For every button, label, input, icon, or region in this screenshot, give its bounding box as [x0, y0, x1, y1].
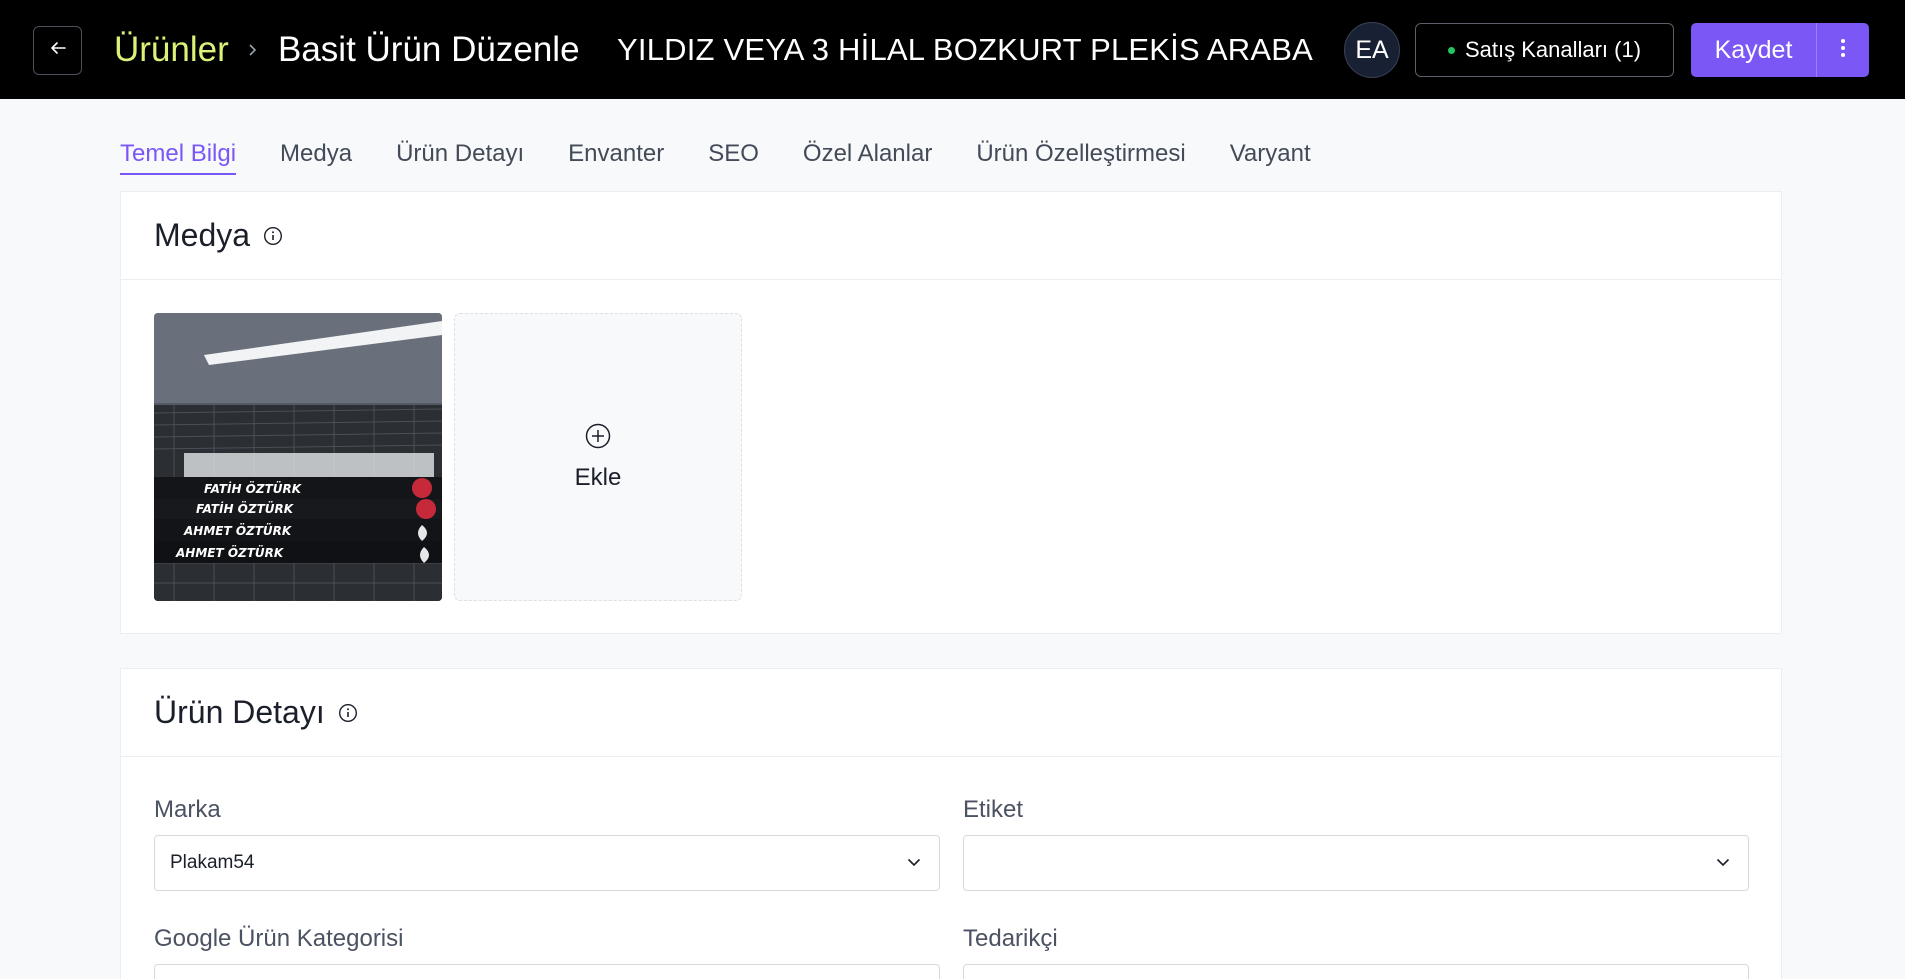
chevron-right-icon [248, 36, 264, 64]
section-title: Medya [154, 217, 251, 253]
status-dot-icon [1447, 46, 1455, 54]
media-gallery: FATİH ÖZTÜRK FATİH ÖZTÜRK AHMET ÖZTÜRK A… [154, 313, 742, 601]
add-media-button[interactable]: Ekle [454, 313, 742, 601]
tab-urun-detayi[interactable]: Ürün Detayı [396, 138, 524, 178]
tag-label: Etiket [963, 796, 1024, 823]
product-image-thumbnail[interactable]: FATİH ÖZTÜRK FATİH ÖZTÜRK AHMET ÖZTÜRK A… [154, 313, 442, 601]
top-bar: Ürünler Basit Ürün Düzenle YILDIZ VEYA 3… [0, 0, 1905, 99]
media-card: Medya FATİH ÖZTÜRK FATİH ÖZTÜRK AHMET ÖZ… [120, 191, 1782, 634]
product-name: YILDIZ VEYA 3 HİLAL BOZKURT PLEKİS ARABA [617, 32, 1314, 67]
more-vertical-icon [1840, 38, 1846, 63]
plate-text: FATİH ÖZTÜRK [196, 501, 295, 516]
chevron-down-icon [907, 854, 921, 872]
media-card-header: Medya [121, 192, 1781, 280]
tab-bar: Temel Bilgi Medya Ürün Detayı Envanter S… [120, 138, 1311, 178]
tab-temel-bilgi[interactable]: Temel Bilgi [120, 138, 237, 178]
product-detail-card: Ürün Detayı Marka Plakam54 Etiket Google… [120, 668, 1782, 979]
tab-varyant[interactable]: Varyant [1230, 138, 1311, 178]
tab-envanter[interactable]: Envanter [568, 138, 664, 178]
add-media-label: Ekle [574, 463, 622, 491]
sales-channels-label: Satış Kanalları (1) [1464, 37, 1642, 62]
tab-medya[interactable]: Medya [280, 138, 352, 178]
section-title: Ürün Detayı [154, 694, 325, 730]
avatar[interactable]: EA [1344, 22, 1400, 78]
tab-ozel-alanlar[interactable]: Özel Alanlar [803, 138, 932, 178]
google-category-label: Google Ürün Kategorisi [154, 925, 404, 952]
breadcrumb-products[interactable]: Ürünler [114, 28, 229, 72]
more-options-button[interactable] [1817, 23, 1869, 77]
plate-text: FATİH ÖZTÜRK [204, 481, 303, 496]
plate-text: AHMET ÖZTÜRK [183, 523, 293, 538]
info-icon[interactable] [262, 225, 284, 247]
supplier-label: Tedarikçi [963, 925, 1058, 952]
supplier-field: Tedarikçi [963, 924, 1749, 979]
brand-label: Marka [154, 796, 221, 823]
back-button[interactable] [33, 26, 82, 75]
save-button-group: Kaydet [1691, 23, 1869, 77]
arrow-left-icon [49, 39, 67, 62]
plus-circle-icon [585, 423, 611, 454]
tag-select[interactable] [963, 835, 1749, 891]
brand-value: Plakam54 [170, 852, 255, 873]
page-title: Basit Ürün Düzenle [278, 30, 580, 69]
sales-channels-button[interactable]: Satış Kanalları (1) [1415, 23, 1674, 77]
google-category-select[interactable] [154, 964, 940, 979]
tag-field: Etiket [963, 795, 1749, 891]
product-detail-card-header: Ürün Detayı [121, 669, 1781, 757]
save-button[interactable]: Kaydet [1691, 23, 1816, 77]
plate-text: AHMET ÖZTÜRK [175, 545, 285, 560]
tab-urun-ozellestirmesi[interactable]: Ürün Özelleştirmesi [976, 138, 1185, 178]
tab-seo[interactable]: SEO [708, 138, 759, 178]
google-category-field: Google Ürün Kategorisi [154, 924, 940, 979]
brand-field: Marka Plakam54 [154, 795, 940, 891]
supplier-select[interactable] [963, 964, 1749, 979]
info-icon[interactable] [337, 702, 359, 724]
brand-select[interactable]: Plakam54 [154, 835, 940, 891]
chevron-down-icon [1716, 854, 1730, 872]
